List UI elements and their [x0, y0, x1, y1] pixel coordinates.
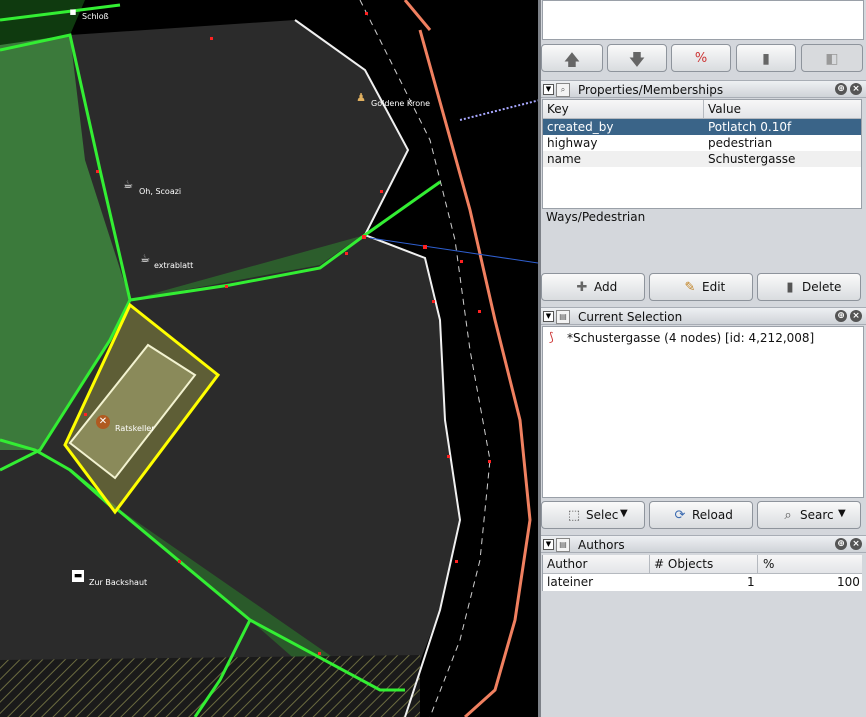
person-icon: ♟ [356, 91, 366, 104]
column-header-author[interactable]: Author [547, 557, 587, 571]
delete-button-label: Delete [802, 280, 842, 294]
filter-icon: % [694, 51, 708, 66]
poi-label-oh-scoazi: Oh, Scoazi [139, 187, 182, 196]
detach-icon[interactable]: ⊕ [835, 83, 847, 95]
hatched-area [0, 655, 420, 717]
detach-icon[interactable]: ⊕ [835, 538, 847, 550]
cell-key[interactable]: name [547, 152, 581, 166]
cell-value[interactable]: Potlatch 0.10f [708, 120, 791, 134]
move-up-button[interactable]: 🡅 [541, 44, 603, 72]
cell-objects[interactable]: 1 [747, 575, 755, 589]
castle-icon: ▪ [69, 5, 77, 18]
select-button[interactable]: ⬚ Selec ▼ [541, 501, 645, 529]
close-icon[interactable]: × [850, 538, 862, 550]
close-icon[interactable]: × [850, 310, 862, 322]
chevron-down-icon: ▼ [620, 508, 628, 519]
authors-header[interactable]: ▼ ▤ Authors ⊕ × [541, 535, 866, 553]
selection-list[interactable]: ⟆ *Schustergasse (4 nodes) [id: 4,212,00… [542, 326, 864, 498]
trash-icon: ▮ [762, 51, 770, 67]
arrow-down-icon: 🡇 [628, 50, 646, 69]
cell-value[interactable]: pedestrian [708, 136, 772, 150]
reload-button[interactable]: ⟳ Reload [649, 501, 753, 529]
edit-icon: ✎ [684, 280, 696, 295]
way-icon: ⟆ [549, 330, 554, 344]
authors-icon: ▤ [556, 538, 570, 552]
chevron-down-icon: ▼ [838, 508, 846, 519]
column-header-key[interactable]: Key [547, 102, 569, 116]
filter-button[interactable]: % [671, 44, 731, 72]
delete-relation-button[interactable]: ▮ [736, 44, 796, 72]
download-icon: ◧ [825, 51, 839, 67]
search-button[interactable]: ⌕ Searc ▼ [757, 501, 861, 529]
reload-icon: ⟳ [674, 508, 686, 523]
cell-key[interactable]: highway [547, 136, 597, 150]
poi-label-schloss: Schloß [82, 12, 109, 21]
delete-button[interactable]: ▮ Delete [757, 273, 861, 301]
relation-list[interactable] [542, 0, 864, 40]
bed-icon: ▬ [72, 570, 84, 582]
authors-table-header: Author # Objects % [543, 555, 862, 574]
table-row[interactable]: lateiner 1 100 [543, 574, 862, 590]
select-icon: ⬚ [567, 508, 581, 523]
restaurant-icon: ✕ [96, 415, 110, 429]
add-button-label: Add [594, 280, 618, 294]
plus-icon: ✚ [576, 280, 588, 295]
authors-title: Authors [578, 538, 625, 552]
properties-title: Properties/Memberships [578, 83, 724, 97]
cafe-icon: ☕ [123, 178, 133, 191]
detach-icon[interactable]: ⊕ [835, 310, 847, 322]
arrow-up-icon: 🡅 [563, 50, 581, 69]
column-header-percent[interactable]: % [763, 557, 774, 571]
table-row[interactable]: highway pedestrian [543, 135, 861, 151]
column-header-objects[interactable]: # Objects [654, 557, 713, 571]
download-button[interactable]: ◧ [801, 44, 863, 72]
collapse-toggle-icon[interactable]: ▼ [543, 539, 554, 550]
cell-author[interactable]: lateiner [547, 575, 593, 589]
edit-button[interactable]: ✎ Edit [649, 273, 753, 301]
properties-icon: ⌕ [556, 83, 570, 97]
select-button-label: Selec [586, 508, 619, 522]
close-icon[interactable]: × [850, 83, 862, 95]
search-button-label: Searc [800, 508, 834, 522]
selection-item[interactable]: *Schustergasse (4 nodes) [id: 4,212,008] [567, 331, 814, 345]
side-panel: 🡅 🡇 % ▮ ◧ ▼ ⌕ Properties/Memberships ⊕ ×… [541, 0, 866, 717]
poi-label-zur-backshaut: Zur Backshaut [89, 578, 148, 587]
properties-table[interactable]: Key Value created_by Potlatch 0.10f high… [542, 99, 862, 209]
cell-value[interactable]: Schustergasse [708, 152, 795, 166]
collapse-toggle-icon[interactable]: ▼ [543, 311, 554, 322]
move-down-button[interactable]: 🡇 [607, 44, 667, 72]
map-canvas[interactable] [0, 0, 538, 717]
cell-percent[interactable]: 100 [837, 575, 860, 589]
selection-header[interactable]: ▼ ▤ Current Selection ⊕ × [541, 307, 866, 325]
edit-button-label: Edit [702, 280, 726, 294]
poi-label-ratskeller: Ratskeller [115, 424, 155, 433]
authors-table[interactable]: Author # Objects % lateiner 1 100 [542, 555, 862, 591]
trash-icon: ▮ [786, 280, 794, 295]
properties-header[interactable]: ▼ ⌕ Properties/Memberships ⊕ × [541, 80, 866, 98]
cafe-icon: ☕ [140, 252, 150, 265]
column-header-value[interactable]: Value [708, 102, 741, 116]
selection-icon: ▤ [556, 310, 570, 324]
collapse-toggle-icon[interactable]: ▼ [543, 84, 554, 95]
map-view[interactable]: ▪ Schloß ♟ Goldene Krone ☕ Oh, Scoazi ☕ … [0, 0, 538, 717]
selection-title: Current Selection [578, 310, 683, 324]
properties-table-header: Key Value [543, 100, 861, 119]
membership-list[interactable]: Ways/Pedestrian [541, 209, 866, 269]
table-row[interactable]: name Schustergasse [543, 151, 861, 167]
add-button[interactable]: ✚ Add [541, 273, 645, 301]
poi-label-extrablatt: extrablatt [154, 261, 194, 270]
poi-label-goldene-krone: Goldene Krone [371, 99, 431, 108]
search-icon: ⌕ [784, 508, 792, 523]
table-row[interactable]: created_by Potlatch 0.10f [543, 119, 861, 135]
reload-button-label: Reload [692, 508, 733, 522]
membership-item[interactable]: Ways/Pedestrian [546, 210, 645, 224]
cell-key[interactable]: created_by [547, 120, 613, 134]
